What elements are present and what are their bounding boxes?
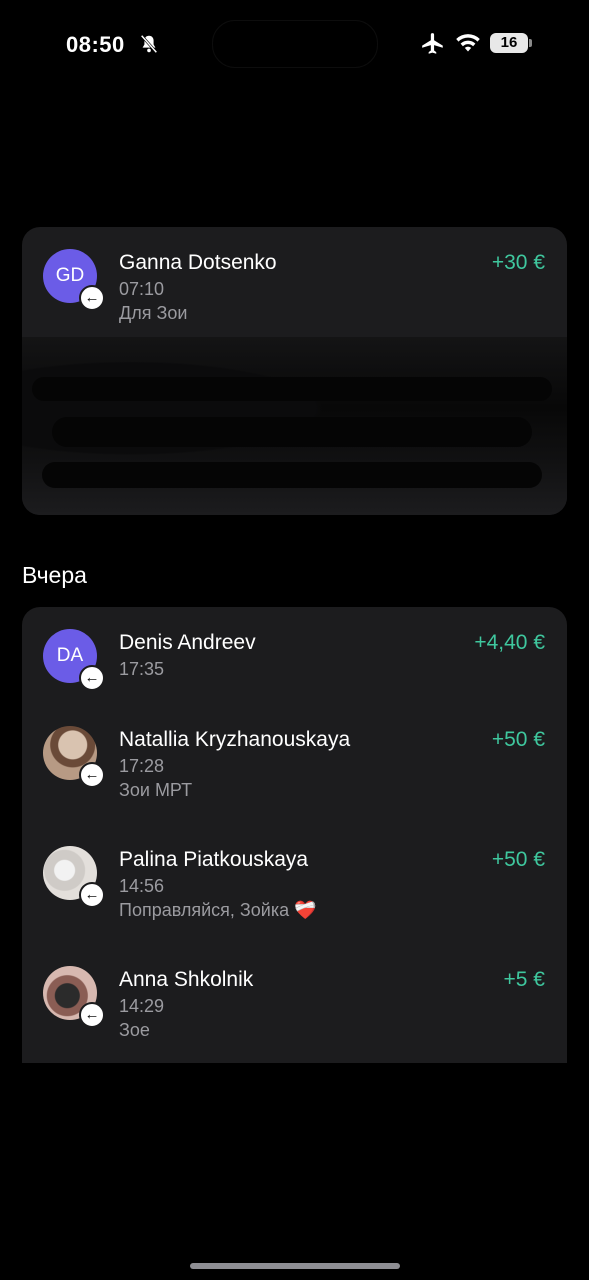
incoming-arrow-icon: ← (79, 762, 105, 788)
transaction-time: 14:29 (119, 996, 165, 1016)
home-indicator[interactable] (190, 1263, 400, 1269)
status-bar: 08:50 16 (0, 0, 589, 90)
bell-slash-icon (140, 34, 158, 54)
transaction-note: Зое (119, 1020, 150, 1040)
transaction-row[interactable]: ← Natallia Kryzhanouskaya 17:28 Зои МРТ … (22, 704, 567, 814)
sender-name: Palina Piatkouskaya (119, 848, 309, 871)
transaction-row[interactable]: ← Palina Piatkouskaya 14:56 Поправляйся,… (22, 824, 567, 934)
transaction-time: 07:10 (119, 279, 165, 299)
dynamic-island (212, 20, 378, 68)
incoming-arrow-icon: ← (79, 665, 105, 691)
sender-name: Natallia Kryzhanouskaya (119, 728, 351, 751)
sender-name: Ganna Dotsenko (119, 251, 277, 274)
yesterday-transactions-card: DA ← Denis Andreev 17:35 +4,40 € ← Natal… (22, 607, 567, 1063)
transaction-note: Для Зои (119, 303, 188, 323)
battery-level: 16 (490, 33, 528, 53)
incoming-arrow-icon: ← (79, 285, 105, 311)
transaction-amount: +50 € (491, 848, 545, 871)
transaction-row[interactable]: DA ← Denis Andreev 17:35 +4,40 € (22, 607, 567, 717)
airplane-icon (422, 33, 443, 54)
transaction-amount: +30 € (491, 251, 545, 274)
transaction-time: 14:56 (119, 876, 165, 896)
transaction-row[interactable]: ← Anna Shkolnik 14:29 Зое +5 € (22, 944, 567, 1054)
incoming-arrow-icon: ← (79, 1002, 105, 1028)
transaction-amount: +5 € (503, 968, 545, 991)
redacted-area (22, 337, 567, 515)
sender-name: Anna Shkolnik (119, 968, 254, 991)
today-transactions-card: GD ← Ganna Dotsenko 07:10 Для Зои +30 € (22, 227, 567, 515)
transaction-note: Зои МРТ (119, 780, 193, 800)
transaction-row[interactable]: GD ← Ganna Dotsenko 07:10 Для Зои +30 € (22, 227, 567, 337)
transaction-note: Поправляйся, Зойка ❤️‍🩹 (119, 900, 317, 920)
wifi-icon (456, 34, 480, 52)
transaction-time: 17:35 (119, 659, 165, 679)
transaction-amount: +50 € (491, 728, 545, 751)
transaction-amount: +4,40 € (474, 631, 545, 654)
section-header-yesterday: Вчера (22, 562, 87, 588)
status-time: 08:50 (66, 32, 125, 57)
sender-name: Denis Andreev (119, 631, 256, 654)
transaction-time: 17:28 (119, 756, 165, 776)
battery-icon: 16 (490, 33, 532, 55)
incoming-arrow-icon: ← (79, 882, 105, 908)
